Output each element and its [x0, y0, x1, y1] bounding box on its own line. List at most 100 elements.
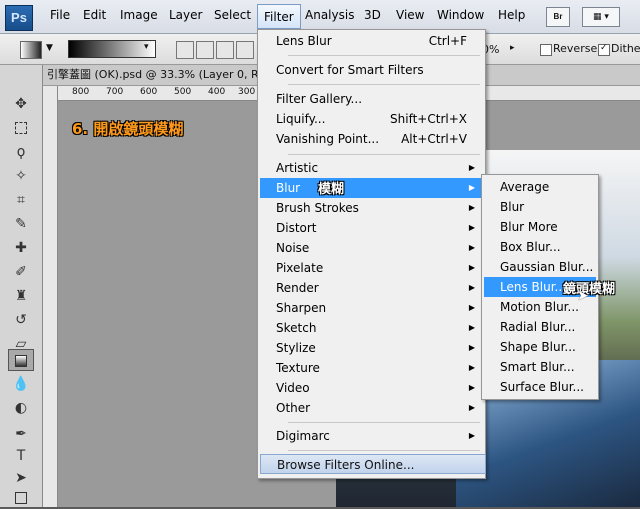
linear-gradient-button[interactable]	[176, 41, 194, 59]
ruler-tick: 500	[174, 87, 192, 97]
reflected-gradient-button[interactable]	[236, 41, 254, 59]
submenu-arrow-icon: ▶	[468, 323, 475, 332]
submenu-arrow-icon: ▶	[468, 383, 475, 392]
photoshop-logo-icon: Ps	[5, 5, 33, 31]
submenu-arrow-icon: ▶	[468, 283, 475, 292]
submenu-item-average[interactable]: Average	[484, 177, 596, 197]
eyedropper-tool-icon[interactable]: ✎	[8, 213, 34, 235]
bridge-button[interactable]: Br	[546, 7, 570, 27]
ruler-tick: 700	[106, 87, 124, 97]
blur-annotation: 模糊	[318, 182, 345, 197]
menu-help[interactable]: Help	[498, 8, 525, 22]
menu-item-digimarc[interactable]: Digimarc ▶	[260, 426, 483, 446]
magic-wand-tool-icon[interactable]: ✧	[8, 165, 34, 187]
menu-item-brush-strokes[interactable]: Brush Strokes ▶	[260, 198, 483, 218]
submenu-arrow-icon: ▶	[468, 431, 475, 440]
submenu-arrow-icon: ▶	[468, 163, 475, 172]
menu-item-liquify[interactable]: Liquify... Shift+Ctrl+X	[260, 109, 483, 129]
menu-item-sharpen[interactable]: Sharpen ▶	[260, 298, 483, 318]
submenu-arrow-icon: ▶	[468, 363, 475, 372]
submenu-arrow-icon: ▶	[468, 203, 475, 212]
menu-separator	[288, 84, 480, 85]
step-annotation: 6. 開啟鏡頭模糊	[72, 120, 184, 138]
ruler-tick: 800	[72, 87, 90, 97]
menu-item-stylize[interactable]: Stylize ▶	[260, 338, 483, 358]
menu-window[interactable]: Window	[437, 8, 484, 22]
opacity-arrow-icon[interactable]: ▸	[510, 43, 515, 53]
gradient-dropdown-icon[interactable]: ▾	[144, 42, 149, 52]
lasso-tool-icon[interactable]: ϙ	[8, 141, 34, 163]
blur-tool-icon[interactable]: 💧	[8, 373, 34, 395]
menu-item-texture[interactable]: Texture ▶	[260, 358, 483, 378]
menu-item-convert-smart-filters[interactable]: Convert for Smart Filters	[260, 60, 483, 80]
dither-label: Dither	[611, 42, 640, 55]
submenu-arrow-icon: ▶	[468, 303, 475, 312]
menu-item-render[interactable]: Render ▶	[260, 278, 483, 298]
history-brush-tool-icon[interactable]: ↺	[8, 309, 34, 331]
menu-3d[interactable]: 3D	[364, 8, 381, 22]
menu-image[interactable]: Image	[120, 8, 158, 22]
brush-tool-icon[interactable]: ✐	[8, 261, 34, 283]
menu-file[interactable]: File	[50, 8, 70, 22]
menu-separator	[288, 154, 480, 155]
submenu-item-blur-more[interactable]: Blur More	[484, 217, 596, 237]
pen-tool-icon[interactable]: ✒	[8, 423, 34, 445]
menu-item-lens-blur-last[interactable]: Lens Blur Ctrl+F	[260, 31, 483, 51]
submenu-arrow-icon: ▶	[468, 263, 475, 272]
document-title: 引擎蓋圖 (OK).psd @ 33.3% (Layer 0, RG	[47, 68, 268, 81]
crop-tool-icon[interactable]: ⌗	[8, 189, 34, 211]
shape-tool-icon[interactable]	[8, 487, 34, 509]
menu-select[interactable]: Select	[214, 8, 251, 22]
menu-item-vanishing-point[interactable]: Vanishing Point... Alt+Ctrl+V	[260, 129, 483, 149]
submenu-arrow-icon: ▶	[468, 243, 475, 252]
reverse-label: Reverse	[553, 42, 598, 55]
menu-separator	[288, 55, 480, 56]
submenu-item-blur[interactable]: Blur	[484, 197, 596, 217]
clone-stamp-tool-icon[interactable]: ♜	[8, 285, 34, 307]
toolbox: ✥ ϙ ✧ ⌗ ✎ ✚ ✐ ♜ ↺ ▱ 💧 ◐ ✒ T ➤	[0, 65, 43, 507]
dither-checkbox[interactable]: ✓	[598, 43, 610, 56]
screen-mode-button[interactable]: ▦ ▾	[582, 7, 620, 27]
angle-gradient-button[interactable]	[216, 41, 234, 59]
menu-separator	[288, 450, 480, 451]
menu-item-filter-gallery[interactable]: Filter Gallery...	[260, 89, 483, 109]
menu-filter[interactable]: Filter	[257, 4, 301, 29]
mouse-cursor-icon: ➤	[577, 288, 589, 304]
chevron-down-icon[interactable]: ▼	[46, 43, 53, 53]
gradient-tool-icon[interactable]	[8, 349, 34, 371]
menu-item-video[interactable]: Video ▶	[260, 378, 483, 398]
move-tool-icon[interactable]: ✥	[8, 93, 34, 115]
ruler-tick: 300	[238, 87, 256, 97]
dodge-tool-icon[interactable]: ◐	[8, 397, 34, 419]
submenu-item-radial-blur[interactable]: Radial Blur...	[484, 317, 596, 337]
menu-item-noise[interactable]: Noise ▶	[260, 238, 483, 258]
marquee-tool-icon[interactable]	[8, 117, 34, 139]
healing-brush-tool-icon[interactable]: ✚	[8, 237, 34, 259]
reverse-checkbox[interactable]	[540, 44, 552, 56]
type-tool-icon[interactable]: T	[8, 445, 34, 467]
menu-edit[interactable]: Edit	[83, 8, 106, 22]
menu-item-browse-filters-online[interactable]: Browse Filters Online...	[260, 454, 486, 474]
submenu-item-surface-blur[interactable]: Surface Blur...	[484, 377, 596, 397]
submenu-item-smart-blur[interactable]: Smart Blur...	[484, 357, 596, 377]
menu-item-artistic[interactable]: Artistic ▶	[260, 158, 483, 178]
vertical-ruler	[43, 86, 58, 507]
menu-item-blur[interactable]: Blur ▶	[260, 178, 483, 198]
ruler-tick: 600	[140, 87, 158, 97]
submenu-item-box-blur[interactable]: Box Blur...	[484, 237, 596, 257]
menu-view[interactable]: View	[396, 8, 424, 22]
menu-separator	[288, 422, 480, 423]
path-selection-tool-icon[interactable]: ➤	[8, 467, 34, 489]
submenu-item-shape-blur[interactable]: Shape Blur...	[484, 337, 596, 357]
tool-preset-picker[interactable]	[20, 41, 42, 59]
submenu-item-gaussian-blur[interactable]: Gaussian Blur...	[484, 257, 596, 277]
lens-blur-annotation: 鏡頭模糊	[563, 282, 616, 297]
menu-item-distort[interactable]: Distort ▶	[260, 218, 483, 238]
menu-analysis[interactable]: Analysis	[305, 8, 354, 22]
menu-item-other[interactable]: Other ▶	[260, 398, 483, 418]
menu-item-pixelate[interactable]: Pixelate ▶	[260, 258, 483, 278]
menu-layer[interactable]: Layer	[169, 8, 202, 22]
gradient-preview[interactable]	[68, 40, 156, 58]
radial-gradient-button[interactable]	[196, 41, 214, 59]
menu-item-sketch[interactable]: Sketch ▶	[260, 318, 483, 338]
